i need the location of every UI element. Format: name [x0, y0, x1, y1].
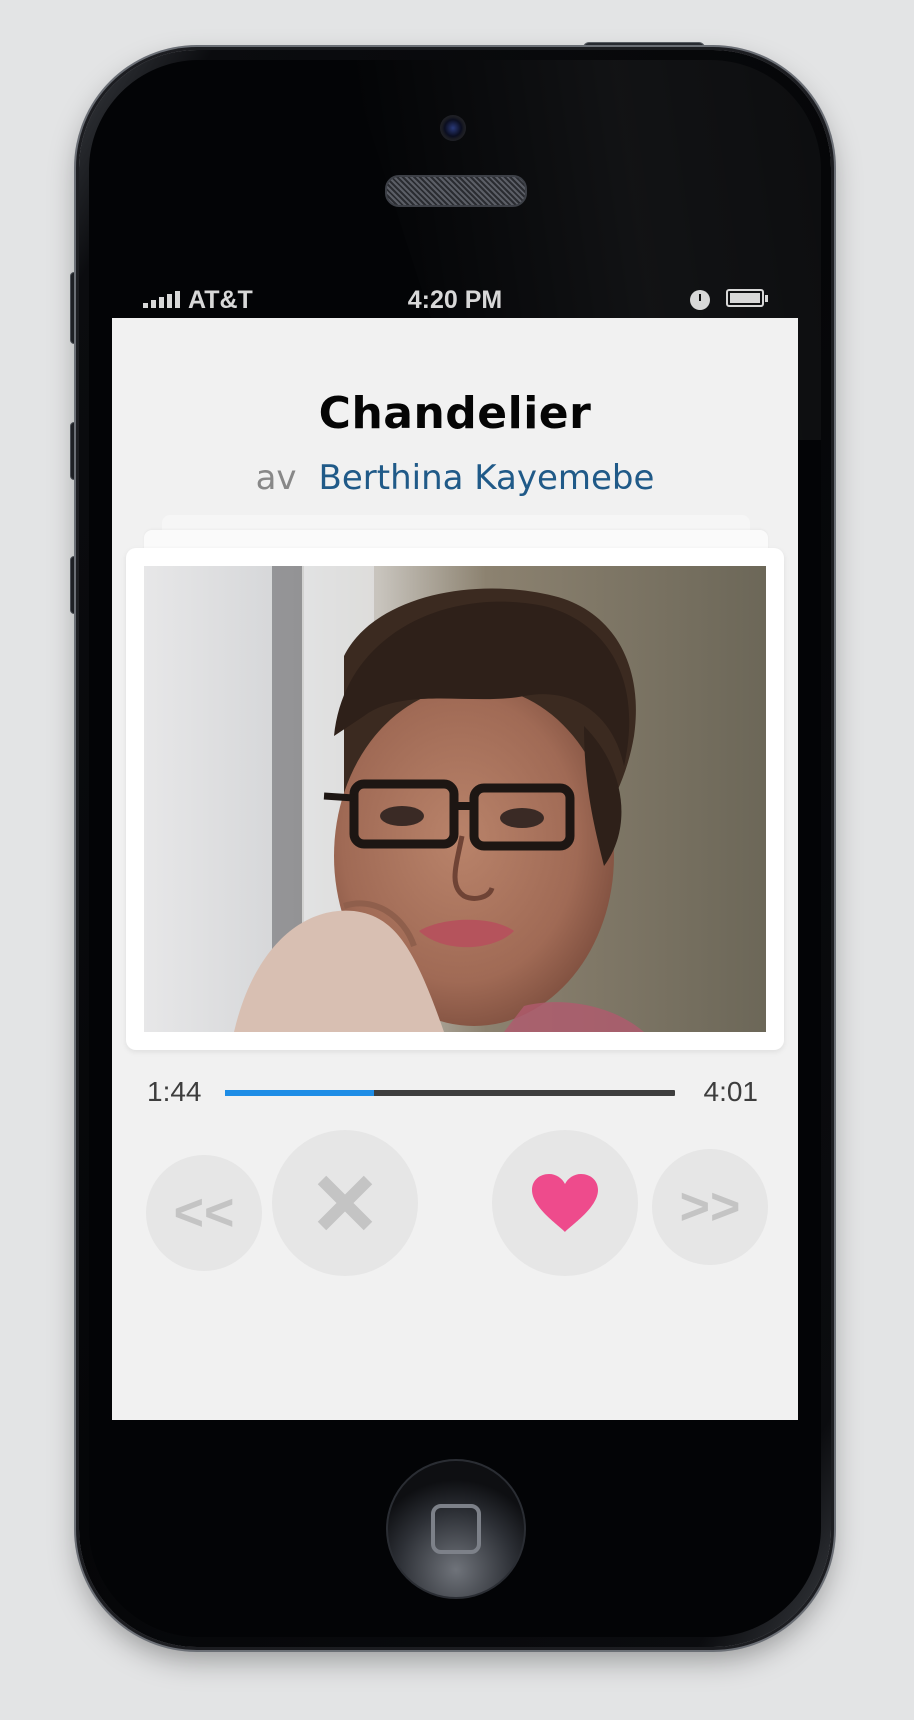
progress-fill [225, 1090, 374, 1096]
earpiece-speaker [385, 175, 527, 207]
close-x-icon [317, 1175, 373, 1231]
like-button[interactable] [492, 1130, 638, 1276]
next-button[interactable]: >> [652, 1149, 768, 1265]
app-screen: Chandelier av Berthina Kayemebe 1:44 4:0… [112, 318, 798, 1420]
home-square-icon [431, 1504, 481, 1554]
total-time: 4:01 [703, 1076, 759, 1107]
song-title: Chandelier [318, 388, 592, 439]
home-button[interactable] [386, 1459, 526, 1599]
battery-icon [726, 289, 768, 307]
clock-icon [690, 290, 710, 310]
playback-progress: 1:44 4:01 [112, 1070, 798, 1114]
artist-photo [144, 566, 766, 1032]
previous-button[interactable]: << [146, 1155, 262, 1271]
dislike-button[interactable] [272, 1130, 418, 1276]
artist-link[interactable]: Berthina Kayemebe [319, 458, 655, 498]
song-byline: av Berthina Kayemebe [112, 458, 798, 498]
artist-photo-illustration [144, 566, 766, 1032]
front-camera [440, 115, 466, 141]
artist-card[interactable] [126, 548, 784, 1050]
by-prefix: av [255, 458, 297, 498]
current-time: 1:44 [147, 1076, 202, 1107]
progress-track[interactable] [225, 1090, 675, 1096]
heart-icon [532, 1174, 598, 1232]
status-bar: AT&T 4:20 PM [112, 282, 798, 318]
